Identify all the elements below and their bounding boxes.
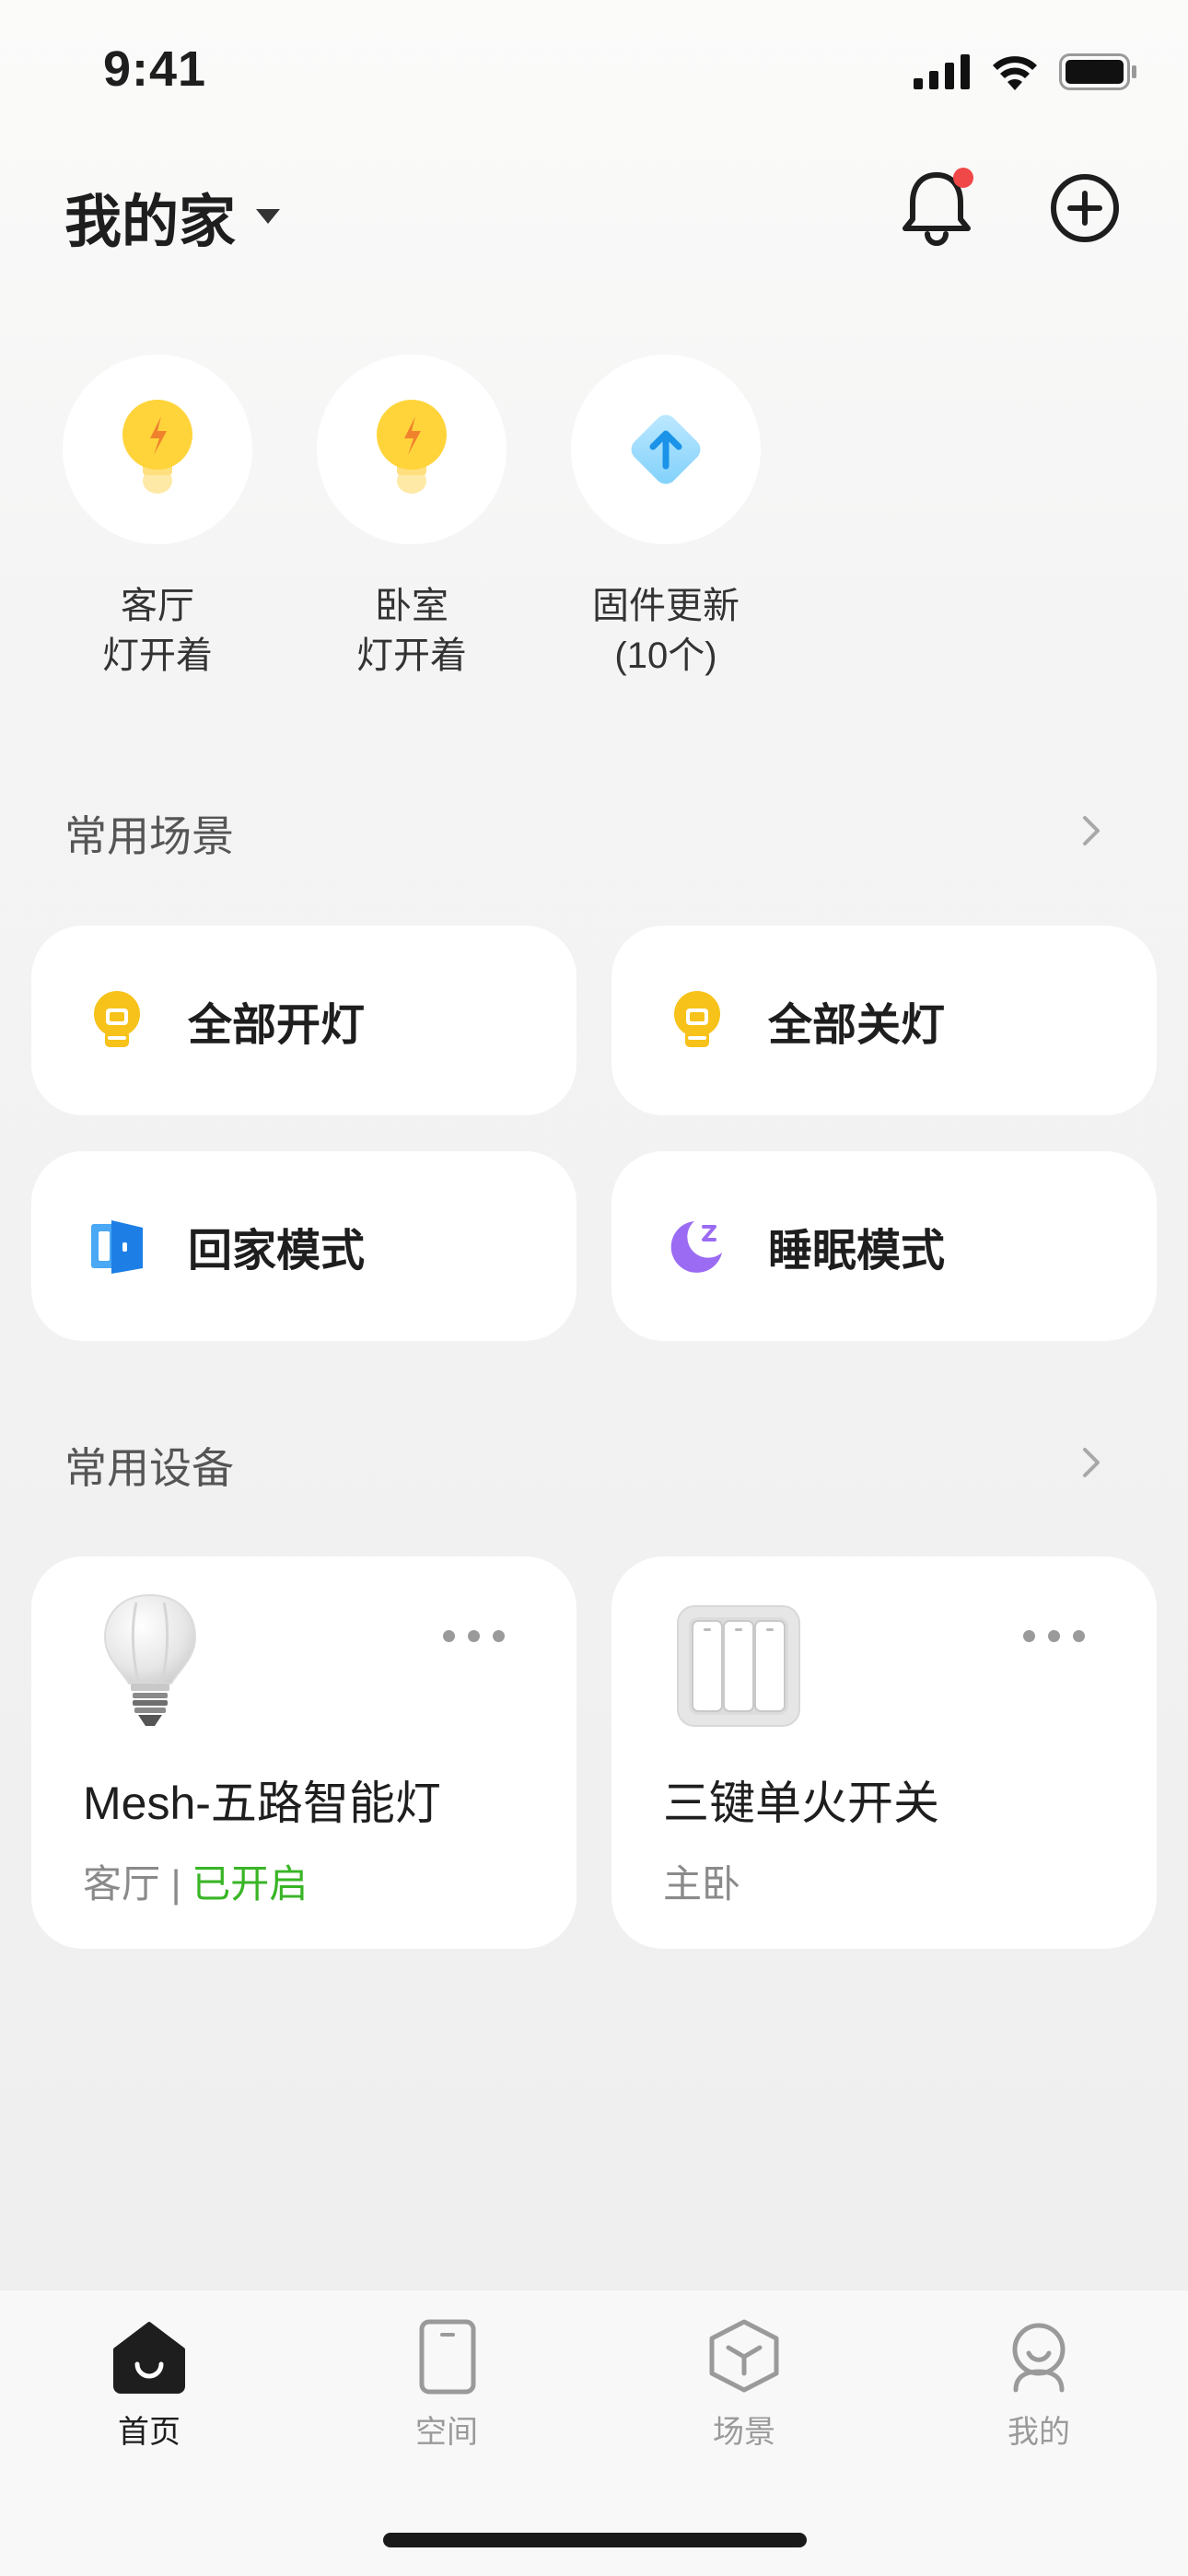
tab-label: 场景 [713,2415,775,2450]
status-time: 9:41 [103,41,207,97]
scenes-more-button[interactable] [1077,810,1105,851]
device-card-smart-light[interactable]: Mesh-五路智能灯 客厅 | 已开启 [31,1556,577,1949]
quick-status-living-room[interactable]: 客厅 灯开着 [63,355,252,681]
device-separator: | [160,1862,192,1906]
smart-bulb-icon [90,1591,210,1730]
firmware-update-icon [631,414,701,484]
battery-icon [1059,53,1136,90]
more-dot [1073,1630,1085,1642]
more-dot [1023,1630,1035,1642]
add-device-button[interactable] [1050,173,1120,243]
quick-status-firmware-update[interactable]: 固件更新 (10个) [571,355,761,681]
more-dot [493,1630,505,1642]
device-room: 客厅 [83,1862,161,1906]
signal-icon [914,54,970,89]
chevron-right-icon [1083,816,1100,845]
scene-label: 回家模式 [188,1227,366,1276]
scene-label: 睡眠模式 [768,1227,946,1276]
quick-status-line2: 灯开着 [102,635,213,676]
space-icon [407,2316,486,2395]
tab-home[interactable]: 首页 [76,2316,223,2452]
device-name: 三键单火开关 [663,1778,939,1829]
caret-down-icon [256,209,281,224]
quick-status-line1: 卧室 [375,586,448,626]
triple-switch-icon [676,1604,800,1743]
bulb-icon [377,400,447,494]
bulb-icon [122,400,192,494]
chevron-right-icon [1083,1448,1100,1477]
notification-dot [953,168,973,188]
home-icon [110,2316,189,2395]
quick-status-line2: 灯开着 [356,635,467,676]
quick-status-line2: (10个) [614,635,717,676]
scene-icon [705,2316,784,2395]
plus-circle-icon [1051,174,1119,242]
device-status: 已开启 [192,1862,309,1906]
moon-icon [667,1216,728,1276]
tab-profile[interactable]: 我的 [965,2316,1112,2452]
more-dot [468,1630,480,1642]
wifi-icon [993,56,1037,90]
profile-icon [999,2316,1078,2395]
quick-status-line1: 固件更新 [592,586,740,626]
more-dot [1048,1630,1060,1642]
tab-label: 空间 [415,2415,478,2450]
tab-label: 我的 [1007,2415,1070,2450]
home-name: 我的家 [64,191,237,254]
quick-status-circle [571,355,761,544]
scenes-section-title: 常用场景 [64,812,234,860]
scene-label: 全部开灯 [188,1001,366,1050]
scene-all-lights-off[interactable]: 全部关灯 [611,926,1157,1115]
device-subtitle: 客厅 | 已开启 [83,1853,308,1909]
tab-label: 首页 [118,2415,181,2450]
light-on-icon [87,990,147,1051]
light-off-icon [667,990,728,1051]
scene-home-mode[interactable]: 回家模式 [31,1151,577,1341]
status-icons [914,53,1138,90]
device-room: 主卧 [663,1862,741,1906]
tab-space[interactable]: 空间 [373,2316,520,2452]
device-name: Mesh-五路智能灯 [83,1778,441,1829]
device-more-button[interactable] [1023,1630,1085,1642]
quick-status-circle [317,355,507,544]
home-selector[interactable]: 我的家 [64,175,281,258]
quick-status-line1: 客厅 [121,586,194,626]
more-dot [443,1630,455,1642]
notification-button[interactable] [898,166,975,249]
devices-section-title: 常用设备 [64,1444,234,1492]
scene-label: 全部关灯 [768,1001,946,1050]
door-icon [87,1216,147,1276]
device-card-triple-switch[interactable]: 三键单火开关 主卧 [611,1556,1157,1949]
devices-more-button[interactable] [1077,1442,1105,1483]
scene-all-lights-on[interactable]: 全部开灯 [31,926,577,1115]
home-indicator [383,2533,807,2547]
quick-status-bedroom[interactable]: 卧室 灯开着 [317,355,507,681]
device-more-button[interactable] [443,1630,505,1642]
quick-status-circle [63,355,252,544]
tab-scene[interactable]: 场景 [670,2316,818,2452]
scene-sleep-mode[interactable]: 睡眠模式 [611,1151,1157,1341]
